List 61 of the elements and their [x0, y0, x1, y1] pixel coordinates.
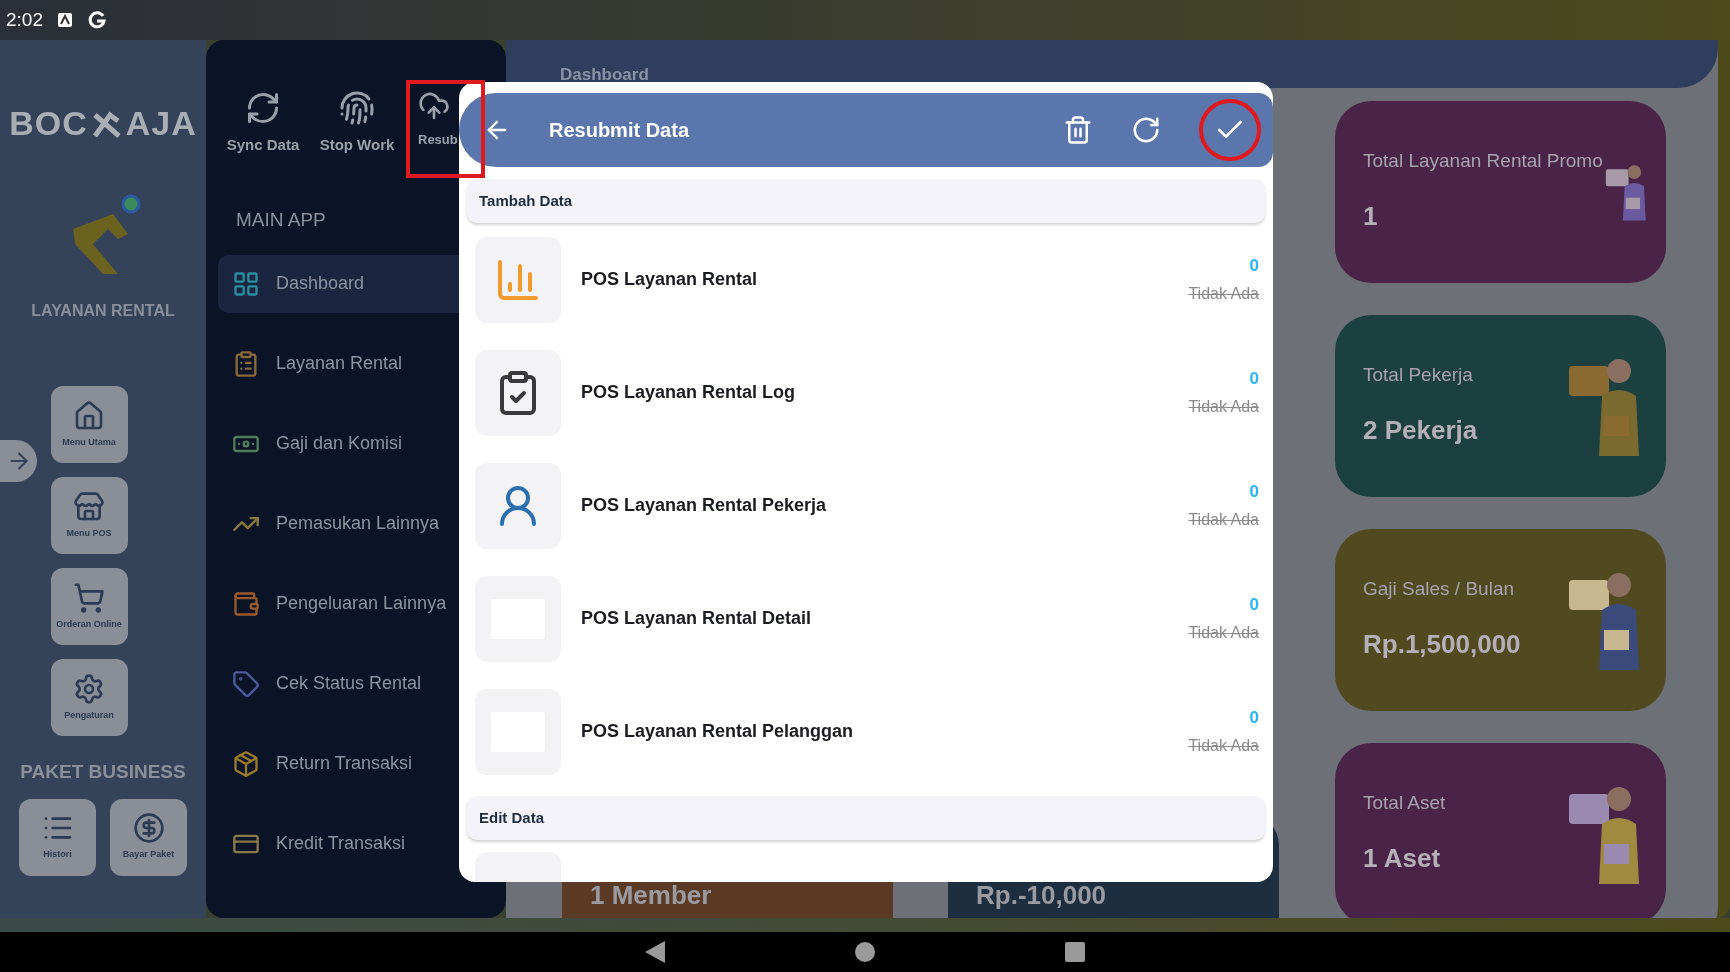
grid-icon — [232, 269, 260, 298]
card-value: Rp.1,500,000 — [1363, 628, 1521, 662]
header-title: Dashboard — [560, 65, 649, 84]
row-count: 0 — [1249, 706, 1259, 729]
logo-text: BOC — [9, 103, 88, 144]
settings-icon — [73, 672, 105, 705]
g-logo-icon — [87, 10, 107, 30]
section-header: Tambah Data — [467, 179, 1265, 223]
dollar-icon — [132, 812, 165, 845]
cloud-upload-icon — [418, 90, 450, 122]
row-title: POS Layanan Rental — [581, 268, 759, 291]
store-icon — [73, 490, 105, 523]
home-icon[interactable] — [855, 942, 875, 962]
row-count: 0 — [1249, 254, 1259, 277]
menu-title: MAIN APP — [236, 208, 327, 232]
card-value: 2 Pekerja — [1363, 414, 1478, 448]
expand-button[interactable] — [0, 440, 37, 482]
fingerprint-icon — [339, 90, 375, 126]
row-status: Tidak Ada — [1188, 623, 1259, 644]
card-title: Total Layanan Rental Promo — [1363, 148, 1603, 173]
row-status: Tidak Ada — [1188, 397, 1259, 418]
cart-icon — [73, 581, 105, 614]
card-value: 1 — [1363, 200, 1379, 234]
toolbar-button[interactable]: Resub — [406, 80, 485, 178]
back-icon[interactable] — [645, 941, 665, 963]
confirm-button[interactable] — [1199, 99, 1261, 161]
rail-button[interactable]: Menu Utama — [50, 386, 128, 463]
home-icon — [73, 399, 105, 432]
box-icon — [232, 749, 260, 778]
rail-button[interactable]: Orderan Online — [50, 568, 128, 645]
rail-button[interactable]: Pengaturan — [50, 659, 128, 736]
trash-icon[interactable] — [1063, 115, 1093, 145]
row-count: 0 — [1249, 593, 1259, 616]
row-title: POS Layanan Rental Log — [581, 381, 797, 404]
row-title: POS Layanan Rental Pekerja — [581, 494, 828, 517]
wallet-icon — [232, 589, 260, 618]
refresh-icon[interactable] — [1131, 115, 1161, 145]
card-title: Gaji Sales / Bulan — [1363, 576, 1516, 601]
row-count: 0 — [1249, 480, 1259, 503]
row-title: POS Layanan Rental Detail — [581, 607, 813, 630]
row-title: POS Layanan Rental Pelanggan — [581, 720, 855, 743]
status-time: 2:02 — [6, 7, 43, 32]
row-status: Tidak Ada — [1188, 736, 1259, 757]
toolbar-button[interactable]: Sync Data — [218, 80, 308, 178]
card-value: 1 Aset — [1363, 842, 1442, 876]
card-title: Total Aset — [1363, 790, 1446, 815]
package-button[interactable]: Histori — [19, 798, 96, 876]
card-title: Total Pekerja — [1363, 362, 1474, 387]
section-header: Edit Data — [467, 796, 1265, 840]
package-title: PAKET BUSINESS — [20, 760, 186, 784]
notification-icon — [57, 12, 73, 28]
toolbar-button[interactable]: Stop Work — [312, 80, 402, 178]
app-name: LAYANAN RENTAL — [31, 301, 175, 321]
row-count: 0 — [1249, 367, 1259, 390]
logo-text: AJA — [125, 103, 197, 144]
row-status: Tidak Ada — [1188, 510, 1259, 531]
cloud-sync-icon — [245, 90, 281, 126]
rail-button[interactable]: Menu POS — [50, 477, 128, 554]
package-button[interactable]: Bayar Paket — [110, 798, 187, 876]
dialog-title: Resubmit Data — [549, 118, 691, 143]
row-status: Tidak Ada — [1188, 284, 1259, 305]
